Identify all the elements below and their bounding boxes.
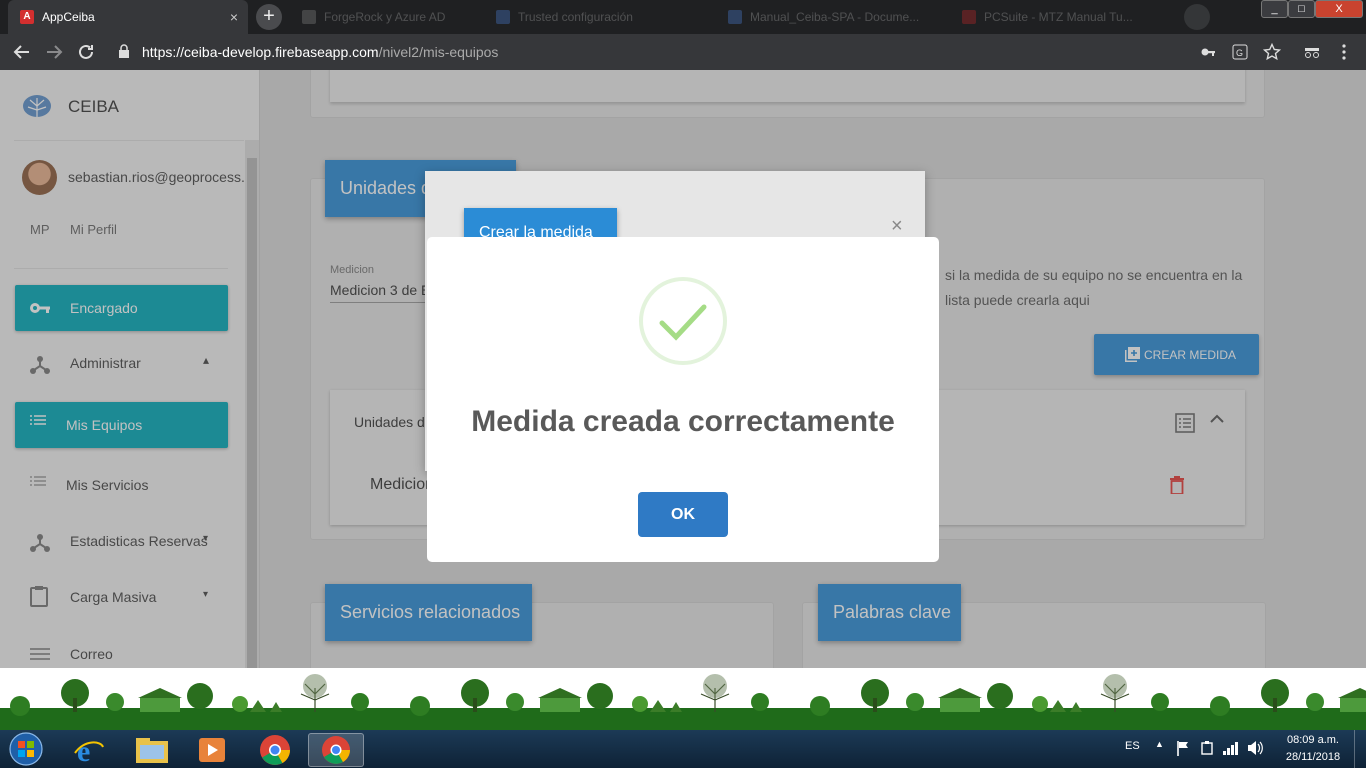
doc-icon [496, 10, 510, 24]
chrome-active-icon[interactable] [308, 733, 364, 767]
file-explorer-icon[interactable] [130, 733, 174, 767]
menu-icon[interactable] [1340, 44, 1348, 60]
tab-background-1[interactable]: ForgeRock y Azure AD [290, 0, 480, 34]
media-player-icon[interactable] [190, 733, 234, 767]
url-path: /nivel2/mis-equipos [378, 44, 499, 60]
reload-icon[interactable] [76, 42, 96, 62]
power-icon[interactable] [1199, 740, 1215, 756]
tab-background-4[interactable]: PCSuite - MTZ Manual Tu... [950, 0, 1175, 34]
volume-icon[interactable] [1246, 740, 1264, 756]
tray-expand-icon[interactable]: ▲ [1155, 739, 1164, 749]
address-bar[interactable]: https://ceiba-develop.firebaseapp.com/ni… [142, 44, 498, 60]
tab-title: ForgeRock y Azure AD [324, 10, 446, 24]
back-icon[interactable] [12, 42, 32, 62]
forward-icon[interactable] [44, 42, 64, 62]
browser-tab-bar: A AppCeiba × + ForgeRock y Azure AD Trus… [0, 0, 1366, 34]
tab-title: AppCeiba [42, 10, 95, 24]
page-icon [302, 10, 316, 24]
close-tab-icon[interactable]: × [230, 9, 238, 25]
doc-icon [728, 10, 742, 24]
page-icon [962, 10, 976, 24]
maximize-button[interactable]: □ [1288, 0, 1315, 18]
success-dialog: Medida creada correctamente OK [427, 237, 939, 562]
angular-icon: A [20, 10, 34, 24]
windows-taskbar: e ES ▲ 08:09 a.m. 28/11/2018 [0, 730, 1366, 768]
internet-explorer-icon[interactable]: e [67, 733, 111, 767]
profile-icon[interactable] [1184, 4, 1210, 30]
svg-text:G: G [1236, 48, 1243, 58]
url-host: https://ceiba-develop.firebaseapp.com [142, 44, 379, 60]
svg-text:e: e [77, 735, 90, 767]
tab-appceiba[interactable]: A AppCeiba × [8, 0, 248, 34]
tab-title: PCSuite - MTZ Manual Tu... [984, 10, 1133, 24]
tab-background-2[interactable]: Trusted configuración [484, 0, 709, 34]
new-tab-button[interactable]: + [256, 4, 282, 30]
lock-icon[interactable] [118, 44, 130, 58]
chrome-icon[interactable] [253, 733, 297, 767]
star-icon[interactable] [1263, 43, 1281, 61]
close-window-button[interactable]: X [1315, 0, 1363, 18]
incognito-icon[interactable] [1303, 44, 1321, 60]
flag-icon[interactable] [1176, 740, 1190, 756]
ok-button[interactable]: OK [638, 492, 728, 537]
clock-time[interactable]: 08:09 a.m. [1283, 734, 1343, 746]
dialog-title: Medida creada correctamente [471, 405, 895, 438]
key-icon[interactable] [1200, 44, 1216, 60]
success-check-icon [639, 277, 727, 365]
forest-banner [0, 668, 1366, 730]
show-desktop-button[interactable] [1354, 730, 1366, 768]
language-indicator[interactable]: ES [1125, 740, 1140, 752]
network-icon[interactable] [1222, 740, 1240, 756]
close-icon[interactable]: × [891, 215, 903, 238]
tab-title: Trusted configuración [518, 10, 633, 24]
browser-toolbar: https://ceiba-develop.firebaseapp.com/ni… [0, 34, 1366, 70]
windows-start-icon[interactable] [6, 731, 46, 767]
tab-background-3[interactable]: Manual_Ceiba-SPA - Docume... [716, 0, 941, 34]
clock-date[interactable]: 28/11/2018 [1283, 751, 1343, 763]
minimize-button[interactable]: _ [1261, 0, 1288, 18]
tab-title: Manual_Ceiba-SPA - Docume... [750, 10, 920, 24]
translate-icon[interactable]: G [1232, 44, 1248, 60]
